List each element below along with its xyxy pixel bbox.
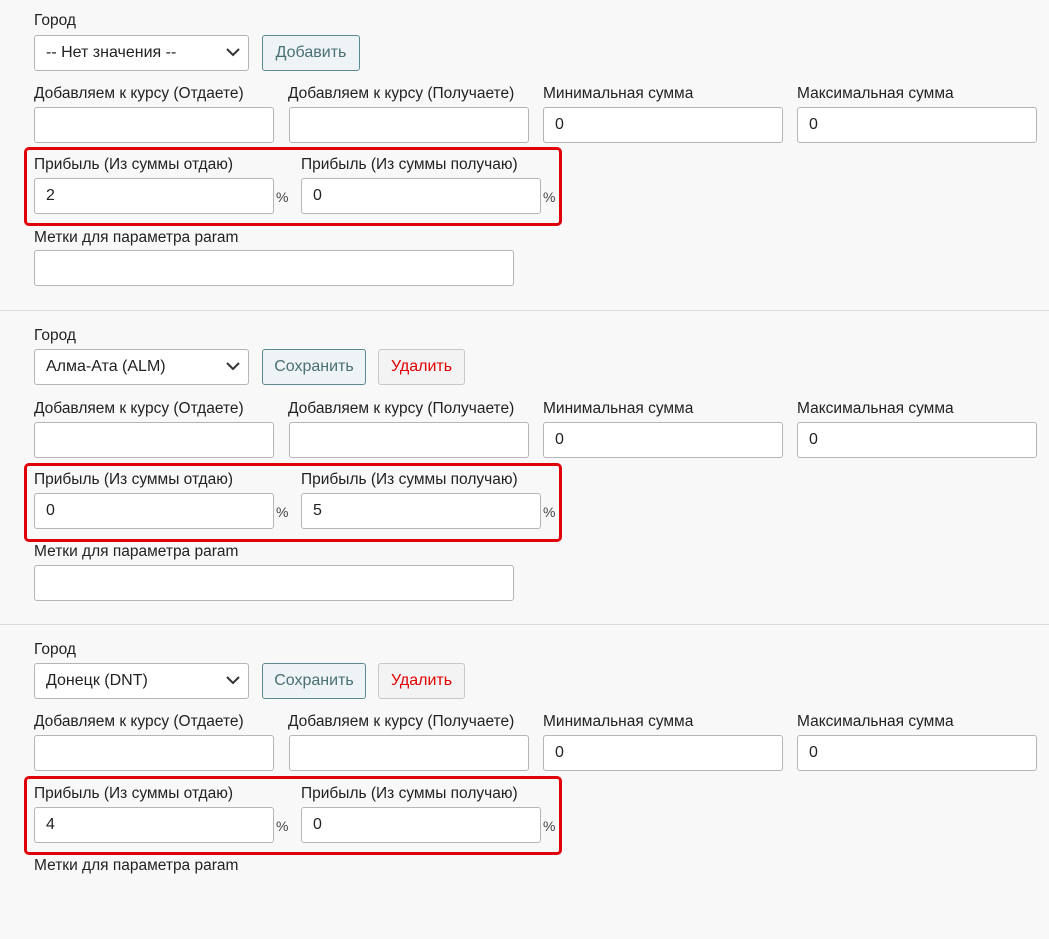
profit-give-label: Прибыль (Из суммы отдаю) [34, 785, 233, 802]
min-sum-label: Минимальная сумма [543, 400, 694, 417]
percent-sign: % [276, 818, 289, 834]
save-button[interactable]: Сохранить [262, 663, 366, 699]
city-select[interactable]: Алма-Ата (ALM) [34, 349, 249, 385]
add-rate-give-input[interactable] [34, 422, 274, 458]
profit-give-input[interactable]: 0 [34, 493, 274, 529]
city-rule-block-1: Город -- Нет значения -- Добавить Добавл… [0, 0, 1049, 310]
profit-get-label: Прибыль (Из суммы получаю) [301, 471, 518, 488]
param-tags-label: Метки для параметра param [34, 229, 239, 246]
city-select[interactable]: Донецк (DNT) [34, 663, 249, 699]
profit-give-label: Прибыль (Из суммы отдаю) [34, 471, 233, 488]
add-rate-get-input[interactable] [289, 107, 529, 143]
min-sum-input[interactable]: 0 [543, 107, 783, 143]
chevron-down-icon [226, 48, 240, 57]
max-sum-input[interactable]: 0 [797, 107, 1037, 143]
max-sum-input[interactable]: 0 [797, 735, 1037, 771]
city-select-value: -- Нет значения -- [46, 44, 177, 61]
profit-get-label: Прибыль (Из суммы получаю) [301, 785, 518, 802]
param-tags-input[interactable] [34, 250, 514, 286]
profit-give-label: Прибыль (Из суммы отдаю) [34, 156, 233, 173]
add-rate-give-label: Добавляем к курсу (Отдаете) [34, 85, 244, 102]
percent-sign: % [543, 818, 556, 834]
profit-get-input[interactable]: 0 [301, 807, 541, 843]
city-label: Город [34, 12, 76, 29]
profit-get-input[interactable]: 0 [301, 178, 541, 214]
max-sum-label: Максимальная сумма [797, 713, 954, 730]
city-select-value: Алма-Ата (ALM) [46, 358, 166, 375]
add-rate-get-label: Добавляем к курсу (Получаете) [288, 713, 515, 730]
city-label: Город [34, 641, 76, 658]
min-sum-label: Минимальная сумма [543, 85, 694, 102]
delete-button[interactable]: Удалить [378, 663, 465, 699]
min-sum-label: Минимальная сумма [543, 713, 694, 730]
max-sum-label: Максимальная сумма [797, 400, 954, 417]
city-rule-block-3: Город Донецк (DNT) Сохранить Удалить Доб… [0, 624, 1049, 939]
percent-sign: % [276, 189, 289, 205]
profit-give-input[interactable]: 2 [34, 178, 274, 214]
percent-sign: % [543, 504, 556, 520]
profit-get-label: Прибыль (Из суммы получаю) [301, 156, 518, 173]
param-tags-label: Метки для параметра param [34, 543, 239, 560]
city-select[interactable]: -- Нет значения -- [34, 35, 249, 71]
add-rate-get-label: Добавляем к курсу (Получаете) [288, 400, 515, 417]
chevron-down-icon [226, 362, 240, 371]
param-tags-label: Метки для параметра param [34, 857, 239, 874]
add-rate-get-input[interactable] [289, 422, 529, 458]
city-label: Город [34, 327, 76, 344]
city-select-value: Донецк (DNT) [46, 672, 148, 689]
chevron-down-icon [226, 676, 240, 685]
profit-get-input[interactable]: 5 [301, 493, 541, 529]
add-rate-give-input[interactable] [34, 735, 274, 771]
min-sum-input[interactable]: 0 [543, 422, 783, 458]
max-sum-input[interactable]: 0 [797, 422, 1037, 458]
delete-button[interactable]: Удалить [378, 349, 465, 385]
save-button[interactable]: Сохранить [262, 349, 366, 385]
percent-sign: % [543, 189, 556, 205]
percent-sign: % [276, 504, 289, 520]
add-rate-give-input[interactable] [34, 107, 274, 143]
add-rate-get-input[interactable] [289, 735, 529, 771]
profit-give-input[interactable]: 4 [34, 807, 274, 843]
add-rate-give-label: Добавляем к курсу (Отдаете) [34, 400, 244, 417]
min-sum-input[interactable]: 0 [543, 735, 783, 771]
city-rule-block-2: Город Алма-Ата (ALM) Сохранить Удалить Д… [0, 310, 1049, 625]
add-rate-give-label: Добавляем к курсу (Отдаете) [34, 713, 244, 730]
add-button[interactable]: Добавить [262, 35, 360, 71]
param-tags-input[interactable] [34, 565, 514, 601]
max-sum-label: Максимальная сумма [797, 85, 954, 102]
add-rate-get-label: Добавляем к курсу (Получаете) [288, 85, 515, 102]
